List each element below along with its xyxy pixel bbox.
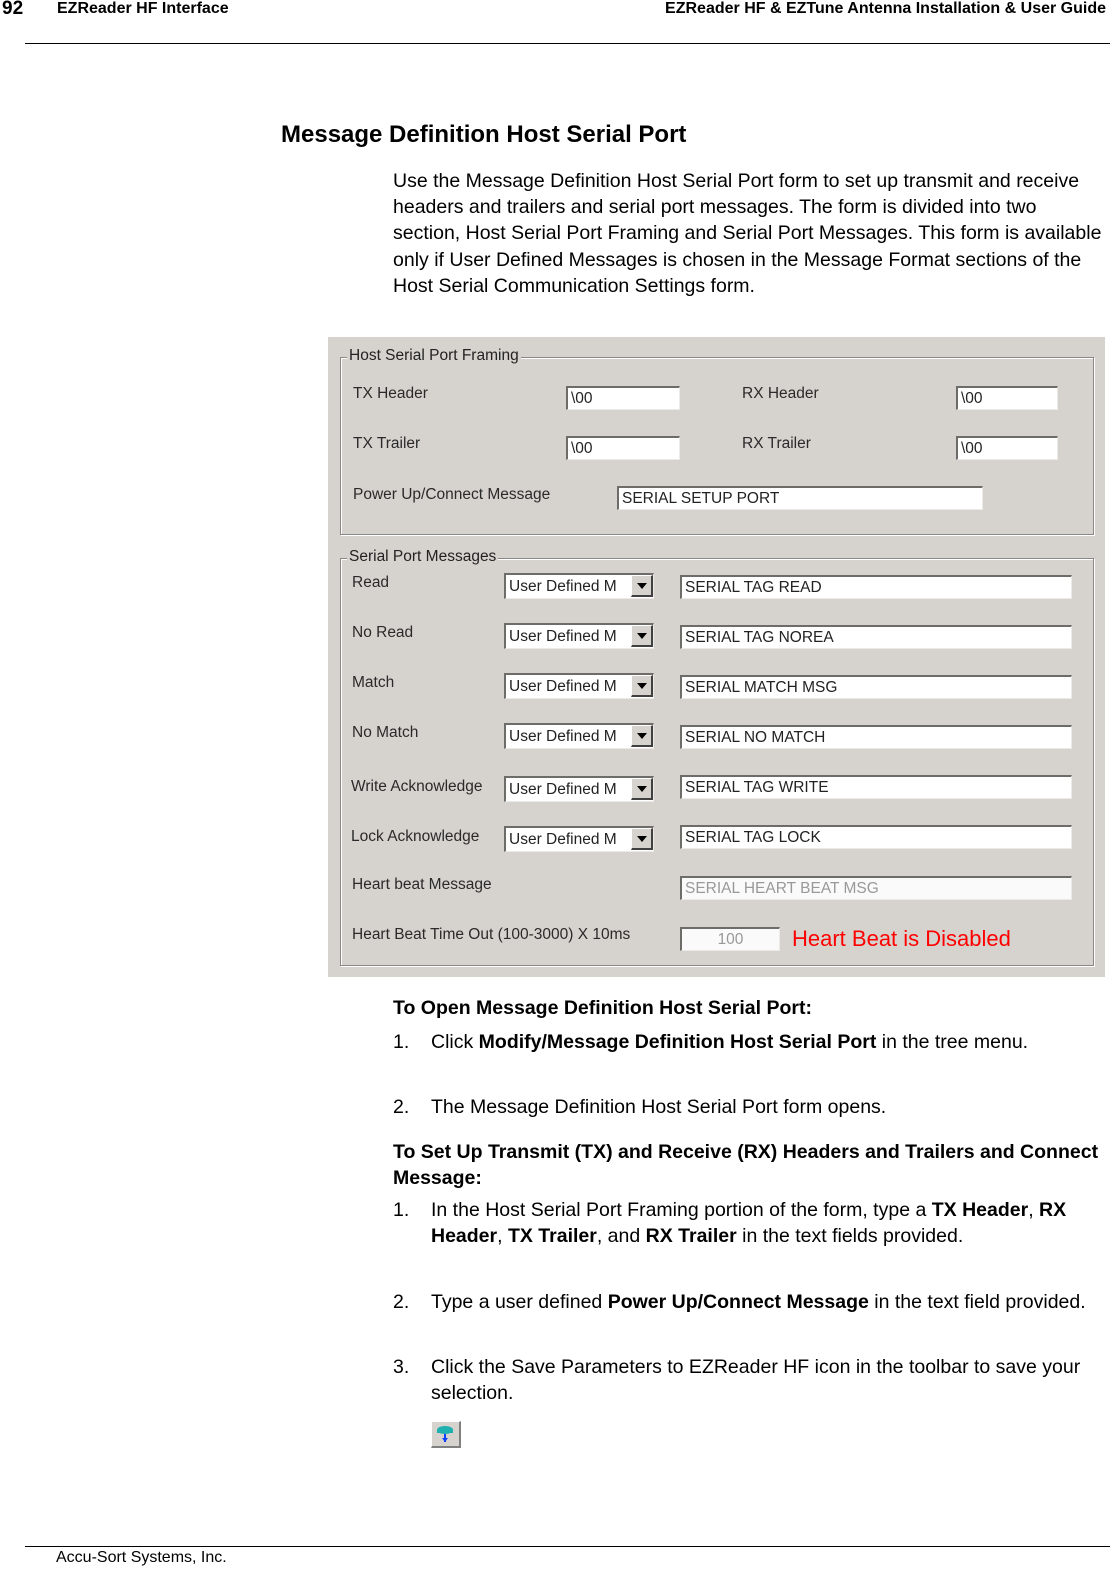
heartbeat-status: Heart Beat is Disabled (792, 926, 1011, 951)
msg-input-no-read[interactable]: SERIAL TAG NOREA (680, 625, 1072, 649)
tx-header-label: TX Header (353, 385, 428, 402)
setup-heading: To Set Up Transmit (TX) and Receive (RX)… (393, 1141, 1099, 1189)
msg-format-select-lock-ack[interactable]: User Defined M (504, 826, 654, 852)
timeout-input: 100 (680, 927, 780, 951)
tx-trailer-label: TX Trailer (353, 435, 421, 452)
step-text: The Message Definition Host Serial Port … (431, 1096, 887, 1118)
setup-step-3: 3. Click the Save Parameters to EZReader… (393, 1354, 1105, 1408)
msg-label-lock-ack: Lock Acknowledge (351, 828, 480, 845)
footer-rule (25, 1546, 1110, 1547)
page-title: Message Definition Host Serial Port (281, 121, 687, 148)
select-value: User Defined M (509, 781, 617, 798)
section-title: EZReader HF Interface (57, 0, 229, 17)
serial-port-messages-group: Serial Port Messages (340, 548, 1094, 966)
page-number: 92 (2, 0, 24, 19)
dropdown-button[interactable] (631, 625, 653, 647)
messages-legend: Serial Port Messages (347, 548, 499, 566)
power-up-label: Power Up/Connect Message (353, 486, 551, 503)
tx-header-input[interactable]: \00 (566, 386, 680, 410)
rx-header-input[interactable]: \00 (956, 386, 1058, 410)
dropdown-button[interactable] (631, 575, 653, 597)
chevron-down-icon (637, 683, 647, 689)
dropdown-button[interactable] (631, 675, 653, 697)
heartbeat-input: SERIAL HEART BEAT MSG (680, 876, 1072, 900)
save-parameters-icon (431, 1421, 461, 1448)
msg-input-lock-ack[interactable]: SERIAL TAG LOCK (680, 825, 1072, 849)
step-number: 1. (393, 1199, 410, 1221)
setup-step-2: 2. Type a user defined Power Up/Connect … (393, 1289, 1105, 1343)
cloud-download-icon (437, 1426, 453, 1442)
chevron-down-icon (637, 786, 647, 792)
timeout-label: Heart Beat Time Out (100-3000) X 10ms (352, 926, 631, 943)
open-step-1: 1. Click Modify/Message Definition Host … (393, 1029, 1105, 1083)
intro-paragraph: Use the Message Definition Host Serial P… (393, 170, 1102, 297)
msg-label-read: Read (352, 574, 390, 591)
power-up-input[interactable]: SERIAL SETUP PORT (617, 486, 983, 510)
footer-company: Accu-Sort Systems, Inc. (56, 1549, 227, 1566)
step-number: 2. (393, 1096, 410, 1118)
rx-trailer-label: RX Trailer (742, 435, 811, 452)
step-text: In the Host Serial Port Framing portion … (431, 1199, 1067, 1248)
page-header: 92 EZReader HF Interface EZReader HF & E… (0, 0, 1110, 45)
chevron-down-icon (637, 583, 647, 589)
chevron-down-icon (637, 836, 647, 842)
select-value: User Defined M (509, 831, 617, 848)
dropdown-button[interactable] (631, 778, 653, 800)
dropdown-button[interactable] (631, 828, 653, 850)
open-step-2: 2. The Message Definition Host Serial Po… (393, 1094, 1105, 1122)
msg-format-select-no-read[interactable]: User Defined M (504, 623, 654, 649)
msg-input-match[interactable]: SERIAL MATCH MSG (680, 675, 1072, 699)
msg-format-select-write-ack[interactable]: User Defined M (504, 776, 654, 802)
header-rule (25, 43, 1110, 44)
heartbeat-label: Heart beat Message (352, 876, 492, 893)
guide-title: EZReader HF & EZTune Antenna Installatio… (665, 0, 1106, 17)
chevron-down-icon (637, 733, 647, 739)
msg-format-select-no-match[interactable]: User Defined M (504, 723, 654, 749)
msg-format-select-match[interactable]: User Defined M (504, 673, 654, 699)
msg-input-write-ack[interactable]: SERIAL TAG WRITE (680, 775, 1072, 799)
form-screenshot: Host Serial Port Framing TX Header \00 R… (328, 337, 1105, 977)
step-text: Click Modify/Message Definition Host Ser… (431, 1031, 1029, 1053)
tx-trailer-input[interactable]: \00 (566, 436, 680, 460)
step-number: 2. (393, 1291, 410, 1313)
msg-input-no-match[interactable]: SERIAL NO MATCH (680, 725, 1072, 749)
open-heading: To Open Message Definition Host Serial P… (393, 997, 812, 1019)
select-value: User Defined M (509, 728, 617, 745)
rx-header-label: RX Header (742, 385, 819, 402)
rx-trailer-input[interactable]: \00 (956, 436, 1058, 460)
msg-label-match: Match (352, 674, 395, 691)
step-number: 3. (393, 1356, 410, 1378)
step-number: 1. (393, 1031, 410, 1053)
dropdown-button[interactable] (631, 725, 653, 747)
msg-format-select-read[interactable]: User Defined M (504, 573, 654, 599)
msg-label-no-match: No Match (352, 724, 419, 741)
chevron-down-icon (637, 633, 647, 639)
msg-input-read[interactable]: SERIAL TAG READ (680, 575, 1072, 599)
select-value: User Defined M (509, 628, 617, 645)
step-text: Type a user defined Power Up/Connect Mes… (431, 1291, 1086, 1313)
select-value: User Defined M (509, 678, 617, 695)
setup-step-1: 1. In the Host Serial Port Framing porti… (393, 1197, 1105, 1277)
msg-label-no-read: No Read (352, 624, 414, 641)
framing-legend: Host Serial Port Framing (347, 347, 521, 365)
msg-label-write-ack: Write Acknowledge (351, 778, 483, 795)
step-text: Click the Save Parameters to EZReader HF… (431, 1356, 1081, 1405)
select-value: User Defined M (509, 578, 617, 595)
